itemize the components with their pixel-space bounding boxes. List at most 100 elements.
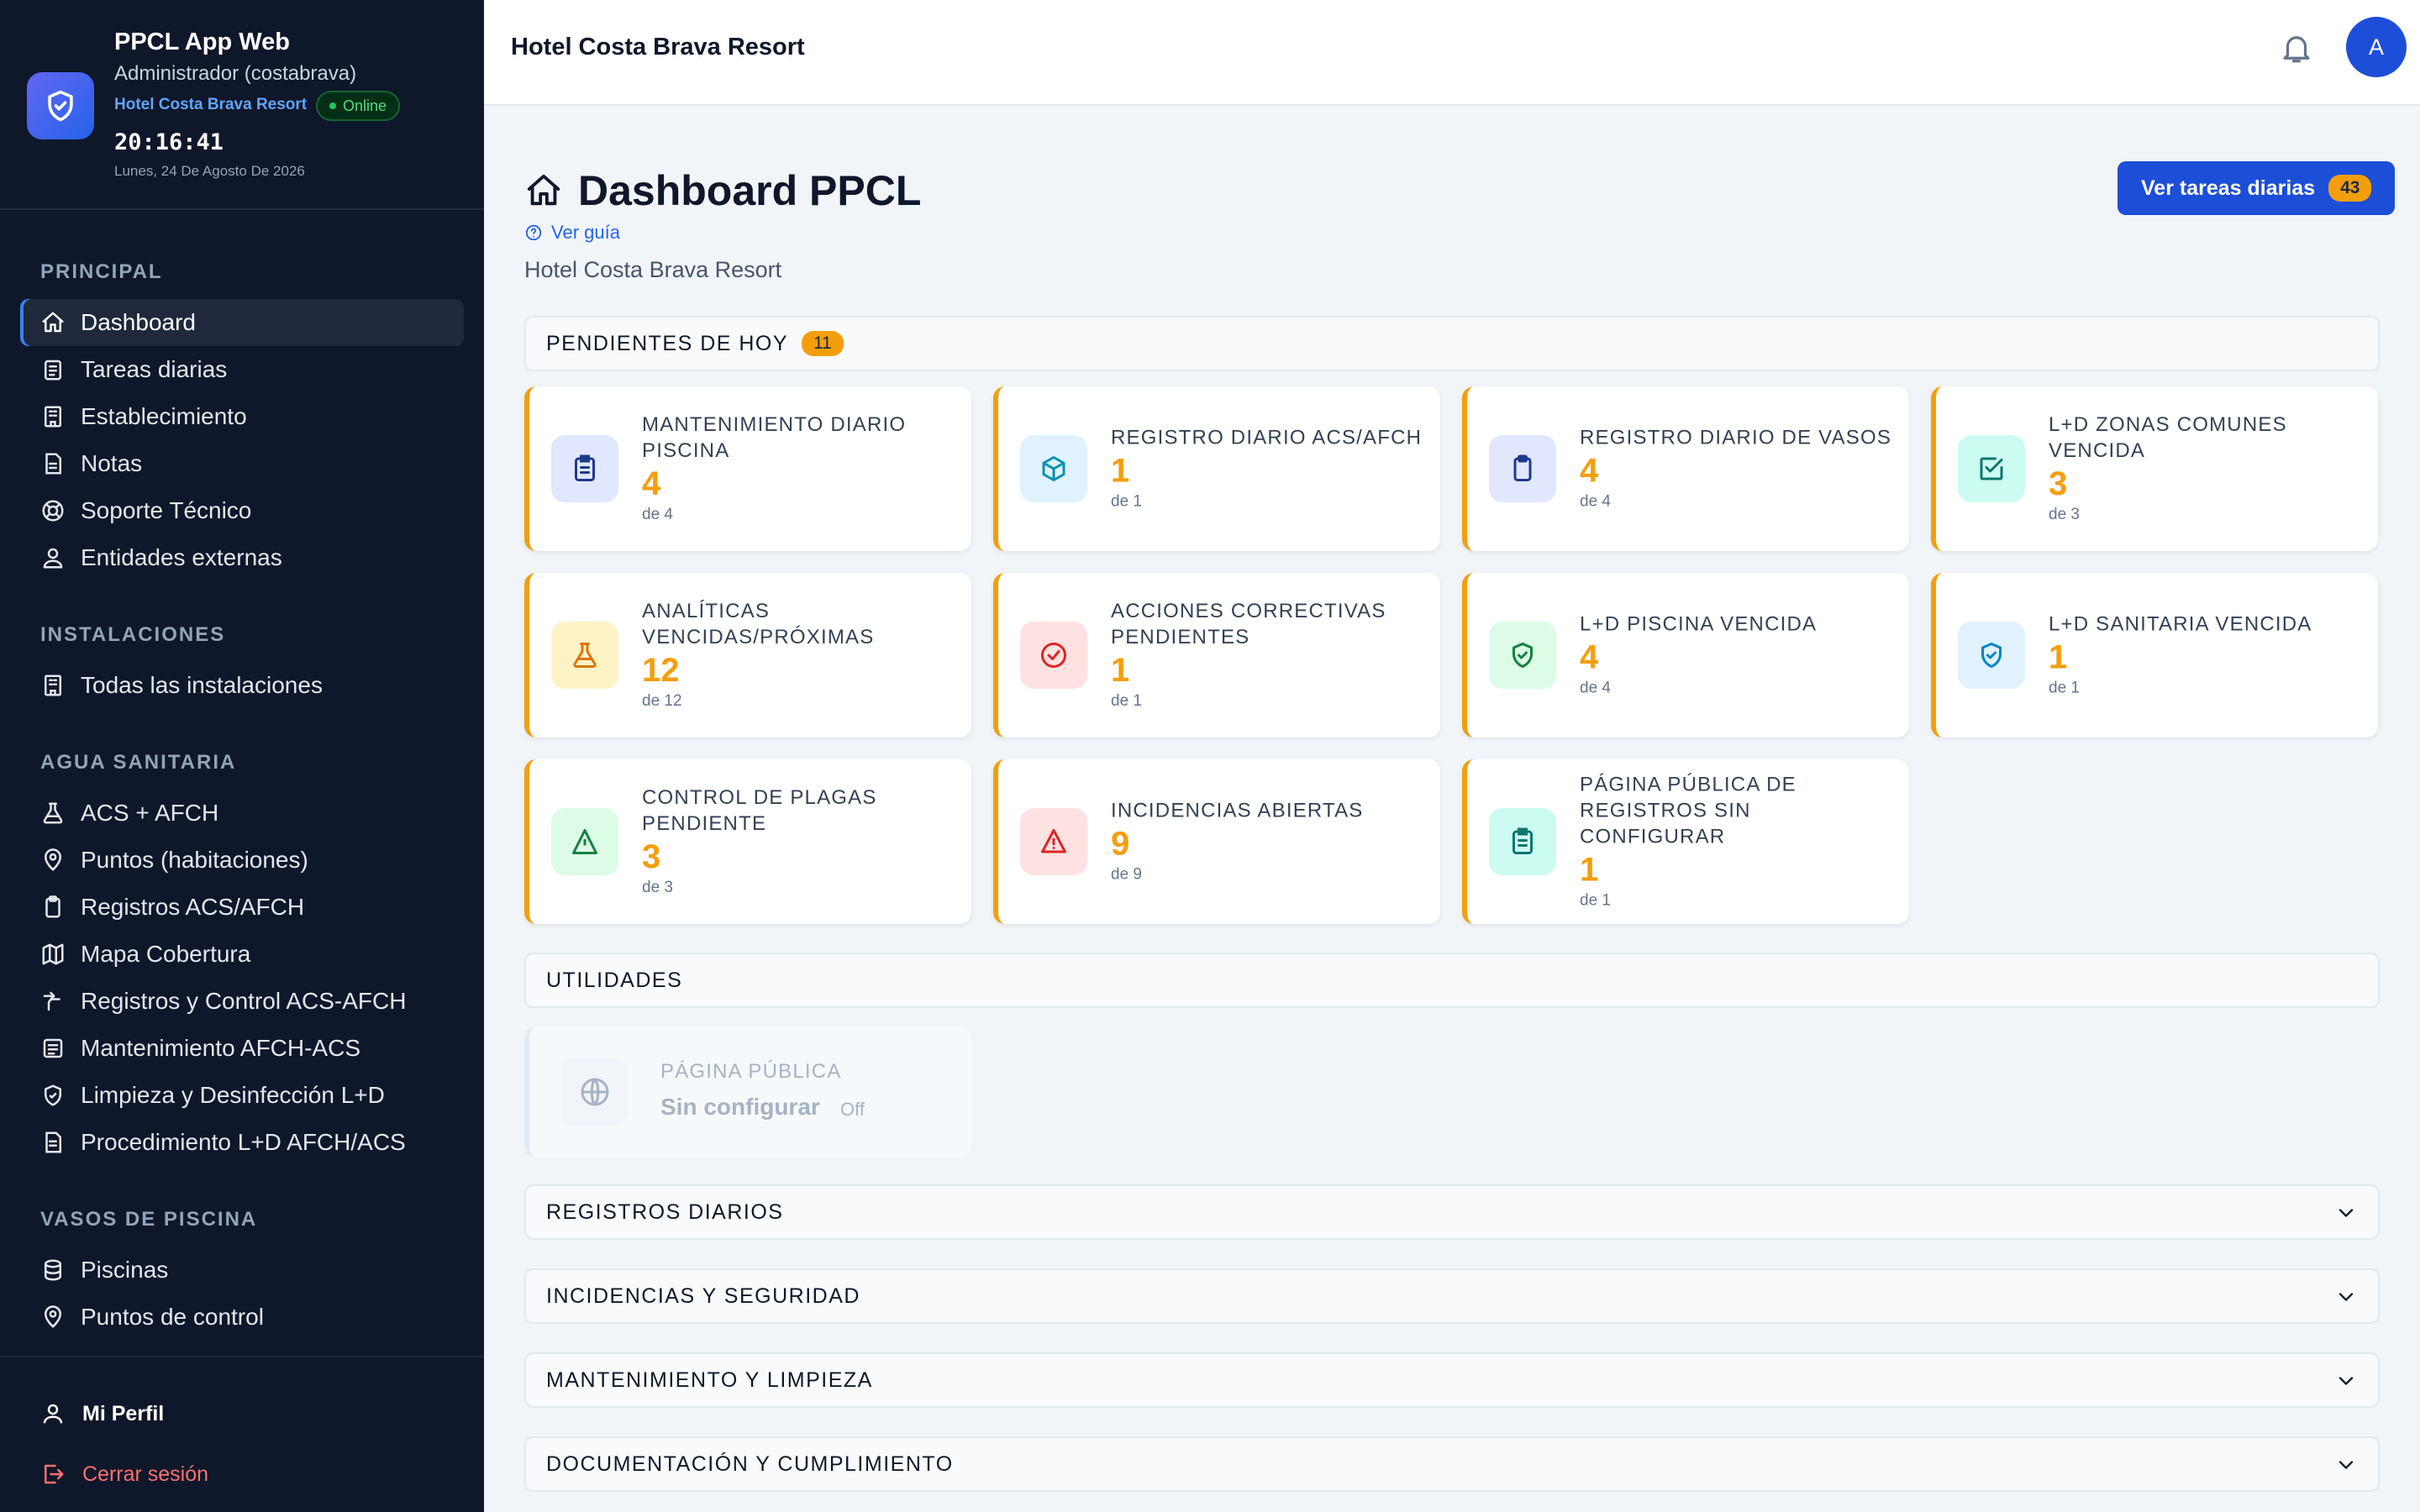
status-label: Online: [343, 97, 387, 114]
sidebar-footer: Mi Perfil Cerrar sesión: [0, 1356, 484, 1512]
task-total: de 1: [1580, 891, 1611, 910]
task-card-incidencias[interactable]: Incidencias abiertas 9 de 9: [993, 759, 1440, 924]
task-icon-box: [551, 808, 618, 875]
sidebar-item-tareas-diarias[interactable]: Tareas diarias: [20, 346, 464, 393]
util-status: Sin configurar: [660, 1094, 820, 1120]
sidebar-item-piscinas[interactable]: Piscinas: [20, 1247, 464, 1294]
task-text: L+D Sanitaria vencida 1 de 1: [2049, 612, 2363, 700]
task-card-mantenimiento-piscina[interactable]: Mantenimiento diario piscina 4 de 4: [524, 386, 971, 551]
sidebar-item-puntos-control[interactable]: Puntos de control: [20, 1294, 464, 1341]
guide-link[interactable]: Ver guía: [524, 222, 620, 244]
sidebar-item-label: Puntos de control: [81, 1304, 264, 1330]
accordion-incidencias-seguridad[interactable]: INCIDENCIAS Y SEGURIDAD: [524, 1268, 2380, 1324]
sidebar-item-label: ACS + AFCH: [81, 800, 219, 826]
logout-link[interactable]: Cerrar sesión: [40, 1462, 208, 1487]
task-card-ld-piscina[interactable]: L+D Piscina vencida 4 de 4: [1462, 573, 1909, 738]
sidebar-item-limpieza[interactable]: Limpieza y Desinfección L+D: [20, 1072, 464, 1119]
sidebar-item-registros-acs-afch[interactable]: Registros ACS/AFCH: [20, 884, 464, 931]
task-card-pagina-publica[interactable]: Página pública de registros sin configur…: [1462, 759, 1909, 924]
task-count: 1: [2049, 638, 2068, 676]
sidebar-nav[interactable]: PRINCIPAL Dashboard Tareas diarias Estab…: [0, 210, 484, 1357]
task-title: Acciones correctivas pendientes: [1111, 600, 1386, 648]
sidebar-item-notas[interactable]: Notas: [20, 440, 464, 487]
accordion-title: INCIDENCIAS Y SEGURIDAD: [546, 1284, 860, 1308]
task-count: 4: [1580, 638, 1599, 676]
map-icon: [42, 943, 64, 965]
task-icon-box: [1958, 435, 2025, 502]
clipboard-list-icon: [1512, 827, 1533, 854]
nav-section-vasos-piscina: VASOS DE PISCINA: [40, 1208, 258, 1231]
sidebar-item-label: Tareas diarias: [81, 356, 228, 382]
view-daily-tasks-button[interactable]: Ver tareas diarias 43: [2118, 161, 2396, 215]
sidebar-item-entidades-externas[interactable]: Entidades externas: [20, 534, 464, 581]
sidebar-item-procedimiento[interactable]: Procedimiento L+D AFCH/ACS: [20, 1119, 464, 1166]
task-title: Registro diario ACS/AFCH: [1111, 426, 1423, 449]
clock: 20:16:41: [114, 129, 224, 155]
flask-icon: [573, 643, 597, 668]
page-title: Dashboard PPCL: [524, 166, 921, 215]
sidebar-item-label: Notas: [81, 450, 143, 476]
task-count: 1: [1111, 452, 1130, 490]
public-page-utility-card[interactable]: PÁGINA PÚBLICA Sin configurar Off: [524, 1026, 971, 1158]
sidebar-item-label: Limpieza y Desinfección L+D: [81, 1082, 385, 1108]
clipboard-list-icon: [45, 360, 61, 381]
avatar[interactable]: A: [2346, 17, 2407, 77]
pending-today-header: PENDIENTES DE HOY 11: [524, 316, 2380, 371]
hotel-name: Hotel Costa Brava Resort: [114, 96, 308, 113]
sidebar-item-establecimiento[interactable]: Establecimiento: [20, 393, 464, 440]
task-card-analiticas[interactable]: Analíticas vencidas/próximas 12 de 12: [524, 573, 971, 738]
my-profile-label: Mi Perfil: [82, 1401, 165, 1425]
clipboard-icon: [45, 895, 60, 918]
building-icon: [45, 675, 61, 696]
main-content: Dashboard PPCL Ver guía Hotel Costa Brav…: [484, 106, 2420, 1512]
sidebar-item-soporte-tecnico[interactable]: Soporte Técnico: [20, 487, 464, 534]
sidebar-item-mapa-cobertura[interactable]: Mapa Cobertura: [20, 931, 464, 978]
accordion-title: MANTENIMIENTO Y LIMPIEZA: [546, 1368, 873, 1392]
task-card-registro-vasos[interactable]: Registro diario de vasos 4 de 4: [1462, 386, 1909, 551]
accordion-title: REGISTROS DIARIOS: [546, 1200, 784, 1224]
nav-section-principal: PRINCIPAL: [40, 260, 163, 283]
user-role: Administrador (costabrava): [114, 62, 357, 85]
current-date: Lunes, 24 De Agosto De 2026: [114, 163, 305, 179]
sidebar-item-puntos-habitaciones[interactable]: Puntos (habitaciones): [20, 837, 464, 884]
task-icon-box: [1020, 622, 1087, 689]
task-text: Mantenimiento diario piscina 4 de 4: [642, 412, 956, 526]
app-title: PPCL App Web: [114, 29, 290, 55]
guide-label: Ver guía: [551, 222, 620, 243]
clipboard-list-icon: [575, 454, 595, 481]
my-profile-link[interactable]: Mi Perfil: [40, 1401, 164, 1426]
task-count: 3: [2049, 465, 2068, 502]
task-title: L+D Piscina vencida: [1580, 612, 1818, 636]
accordion-registros-diarios[interactable]: REGISTROS DIARIOS: [524, 1184, 2380, 1240]
util-icon-box: [561, 1058, 629, 1126]
accordion-mantenimiento-limpieza[interactable]: MANTENIMIENTO Y LIMPIEZA: [524, 1352, 2380, 1408]
task-card-acciones-correctivas[interactable]: Acciones correctivas pendientes 1 de 1: [993, 573, 1440, 738]
task-text: L+D Zonas comunes vencida 3 de 3: [2049, 412, 2363, 526]
topbar: Hotel Costa Brava Resort A: [484, 0, 2420, 106]
sidebar-item-acs-afch[interactable]: ACS + AFCH: [20, 790, 464, 837]
sidebar-item-label: Mapa Cobertura: [81, 941, 251, 967]
users-icon: [43, 548, 63, 569]
sidebar-item-mantenimiento[interactable]: Mantenimiento AFCH-ACS: [20, 1025, 464, 1072]
task-card-ld-sanitaria[interactable]: L+D Sanitaria vencida 1 de 1: [1931, 573, 2378, 738]
accordion-documentacion[interactable]: DOCUMENTACIÓN Y CUMPLIMIENTO: [524, 1436, 2380, 1492]
sidebar-item-todas-instalaciones[interactable]: Todas las instalaciones: [20, 662, 464, 709]
clipboard-icon: [1513, 454, 1532, 481]
task-total: de 4: [642, 506, 673, 523]
bell-icon[interactable]: [2279, 30, 2314, 66]
sidebar-item-registros-control[interactable]: Registros y Control ACS-AFCH: [20, 978, 464, 1025]
task-card-ld-zonas-comunes[interactable]: L+D Zonas comunes vencida 3 de 3: [1931, 386, 2378, 551]
check-square-icon: [1980, 457, 2003, 480]
note-icon: [45, 453, 61, 475]
shield-check-icon: [48, 90, 73, 122]
database-icon: [45, 1259, 61, 1281]
task-text: Control de plagas pendiente 3 de 3: [642, 785, 956, 899]
task-card-registro-acs[interactable]: Registro diario ACS/AFCH 1 de 1: [993, 386, 1440, 551]
task-total: de 3: [642, 879, 673, 896]
route-icon: [43, 991, 60, 1011]
task-card-control-plagas[interactable]: Control de plagas pendiente 3 de 3: [524, 759, 971, 924]
task-text: Analíticas vencidas/próximas 12 de 12: [642, 598, 956, 712]
task-icon-box: [1020, 808, 1087, 875]
task-count: 4: [642, 465, 661, 502]
sidebar-item-dashboard[interactable]: Dashboard: [20, 299, 464, 346]
